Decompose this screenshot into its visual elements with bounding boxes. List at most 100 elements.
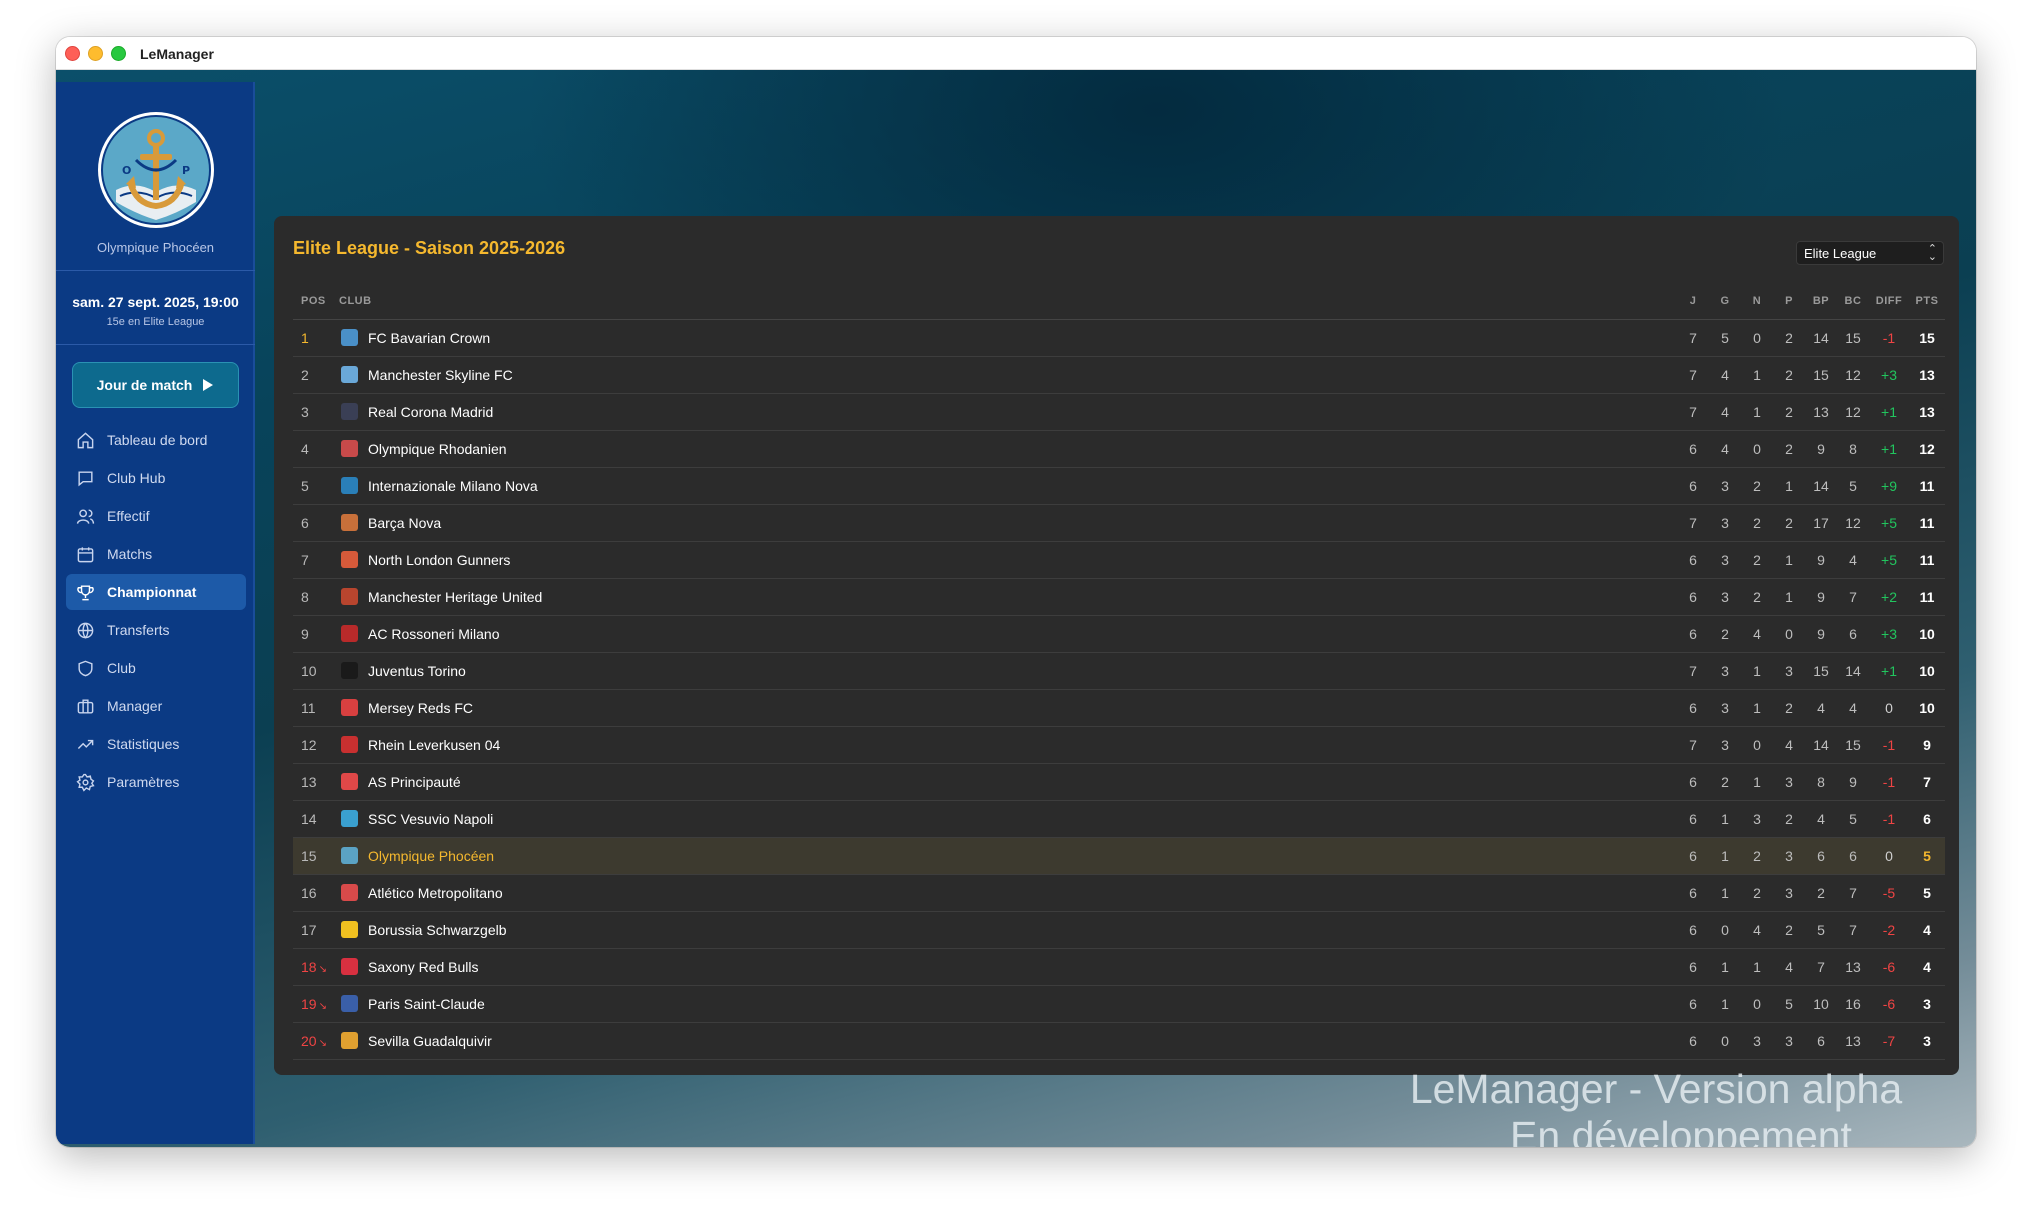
table-row[interactable]: 20 ↘ Sevilla Guadalquivir 6 0 3 3 6 13 -7 3 (293, 1022, 1945, 1060)
stat-pts: 13 (1909, 393, 1945, 431)
sidebar-item-effectif[interactable]: Effectif (66, 498, 246, 534)
club-cell[interactable]: Internazionale Milano Nova (337, 467, 1677, 505)
column-header-pts[interactable]: PTS (1909, 283, 1945, 320)
maximize-window-button[interactable] (111, 46, 126, 61)
table-row[interactable]: 5 Internazionale Milano Nova 6 3 2 1 14 5 +9 11 (293, 467, 1945, 505)
club-cell[interactable]: AC Rossoneri Milano (337, 615, 1677, 653)
column-header-pos[interactable]: POS (293, 283, 337, 320)
stat-pts: 10 (1909, 615, 1945, 653)
stat-n: 0 (1741, 319, 1773, 357)
stat-j: 6 (1677, 800, 1709, 838)
stat-bc: 4 (1837, 689, 1869, 727)
club-cell[interactable]: FC Bavarian Crown (337, 319, 1677, 357)
position-value: 15 (301, 847, 317, 864)
window-title: LeManager (140, 46, 214, 62)
table-row[interactable]: 6 Barça Nova 7 3 2 2 17 12 +5 11 (293, 504, 1945, 542)
stat-bc: 12 (1837, 356, 1869, 394)
club-cell[interactable]: Juventus Torino (337, 652, 1677, 690)
club-cell[interactable]: Atlético Metropolitano (337, 874, 1677, 912)
column-header-n[interactable]: N (1741, 283, 1773, 320)
club-cell[interactable]: Sevilla Guadalquivir (337, 1022, 1677, 1060)
sidebar-item-club-hub[interactable]: Club Hub (66, 460, 246, 496)
position-cell: 3 (293, 393, 337, 431)
club-cell[interactable]: Mersey Reds FC (337, 689, 1677, 727)
table-row[interactable]: 1 FC Bavarian Crown 7 5 0 2 14 15 -1 15 (293, 319, 1945, 357)
club-cell[interactable]: North London Gunners (337, 541, 1677, 579)
sidebar-item-statistiques[interactable]: Statistiques (66, 726, 246, 762)
table-row[interactable]: 14 SSC Vesuvio Napoli 6 1 3 2 4 5 -1 6 (293, 800, 1945, 838)
column-header-bp[interactable]: BP (1805, 283, 1837, 320)
table-row[interactable]: 16 Atlético Metropolitano 6 1 2 3 2 7 -5 5 (293, 874, 1945, 912)
table-row[interactable]: 15 Olympique Phocéen 6 1 2 3 6 6 0 5 (293, 837, 1945, 875)
watermark-line-2: En développement (1510, 1113, 1852, 1147)
table-row[interactable]: 11 Mersey Reds FC 6 3 1 2 4 4 0 10 (293, 689, 1945, 727)
stat-pts: 5 (1909, 837, 1945, 875)
club-cell[interactable]: Barça Nova (337, 504, 1677, 542)
club-crest-icon (341, 440, 358, 457)
club-cell[interactable]: Real Corona Madrid (337, 393, 1677, 431)
club-cell[interactable]: Olympique Rhodanien (337, 430, 1677, 468)
table-row[interactable]: 7 North London Gunners 6 3 2 1 9 4 +5 11 (293, 541, 1945, 579)
stat-bp: 9 (1805, 541, 1837, 579)
svg-text:P: P (182, 164, 190, 177)
sidebar-item-matchs[interactable]: Matchs (66, 536, 246, 572)
position-value: 18 (301, 958, 317, 975)
sidebar-item-label: Club Hub (107, 470, 166, 486)
column-header-g[interactable]: G (1709, 283, 1741, 320)
table-row[interactable]: 18 ↘ Saxony Red Bulls 6 1 1 4 7 13 -6 4 (293, 948, 1945, 986)
close-window-button[interactable] (65, 46, 80, 61)
table-row[interactable]: 12 Rhein Leverkusen 04 7 3 0 4 14 15 -1 9 (293, 726, 1945, 764)
club-crest-icon (341, 366, 358, 383)
sidebar-item-parametres[interactable]: Paramètres (66, 764, 246, 800)
table-row[interactable]: 8 Manchester Heritage United 6 3 2 1 9 7 +2 11 (293, 578, 1945, 616)
club-name-text: Barça Nova (368, 514, 442, 531)
column-header-club[interactable]: CLUB (337, 283, 1677, 320)
club-cell[interactable]: Manchester Skyline FC (337, 356, 1677, 394)
league-select[interactable]: Elite League ⌃ ⌄ (1796, 241, 1944, 265)
club-cell[interactable]: Borussia Schwarzgelb (337, 911, 1677, 949)
sidebar-item-label: Effectif (107, 508, 150, 524)
club-crest-icon (341, 736, 358, 753)
club-crest-icon (341, 921, 358, 938)
club-cell[interactable]: AS Principauté (337, 763, 1677, 801)
table-row[interactable]: 19 ↘ Paris Saint-Claude 6 1 0 5 10 16 -6 3 (293, 985, 1945, 1023)
club-cell[interactable]: Manchester Heritage United (337, 578, 1677, 616)
stat-g: 2 (1709, 763, 1741, 801)
stat-diff: 0 (1869, 689, 1909, 727)
minimize-window-button[interactable] (88, 46, 103, 61)
stat-n: 2 (1741, 467, 1773, 505)
sidebar-item-club[interactable]: Club (66, 650, 246, 686)
relegation-arrow-icon: ↘ (318, 963, 327, 975)
club-cell[interactable]: SSC Vesuvio Napoli (337, 800, 1677, 838)
column-header-j[interactable]: J (1677, 283, 1709, 320)
table-row[interactable]: 2 Manchester Skyline FC 7 4 1 2 15 12 +3 13 (293, 356, 1945, 394)
column-header-diff[interactable]: DIFF (1869, 283, 1909, 320)
sidebar-item-label: Manager (107, 698, 163, 714)
stat-bc: 16 (1837, 985, 1869, 1023)
club-cell[interactable]: Rhein Leverkusen 04 (337, 726, 1677, 764)
club-cell[interactable]: Paris Saint-Claude (337, 985, 1677, 1023)
column-header-p[interactable]: P (1773, 283, 1805, 320)
position-cell: 17 (293, 911, 337, 949)
table-row[interactable]: 3 Real Corona Madrid 7 4 1 2 13 12 +1 13 (293, 393, 1945, 431)
sidebar-item-manager[interactable]: Manager (66, 688, 246, 724)
stat-pts: 11 (1909, 504, 1945, 542)
stat-g: 1 (1709, 800, 1741, 838)
table-row[interactable]: 4 Olympique Rhodanien 6 4 0 2 9 8 +1 12 (293, 430, 1945, 468)
match-day-button[interactable]: Jour de match (72, 362, 239, 408)
sidebar-item-transferts[interactable]: Transferts (66, 612, 246, 648)
sidebar-item-tableau-de-bord[interactable]: Tableau de bord (66, 422, 246, 458)
club-crest-icon (341, 514, 358, 531)
sidebar-item-championnat[interactable]: Championnat (66, 574, 246, 610)
club-cell[interactable]: Saxony Red Bulls (337, 948, 1677, 986)
stat-bp: 4 (1805, 689, 1837, 727)
table-row[interactable]: 13 AS Principauté 6 2 1 3 8 9 -1 7 (293, 763, 1945, 801)
stat-g: 3 (1709, 504, 1741, 542)
column-header-bc[interactable]: BC (1837, 283, 1869, 320)
table-row[interactable]: 17 Borussia Schwarzgelb 6 0 4 2 5 7 -2 4 (293, 911, 1945, 949)
stat-j: 7 (1677, 393, 1709, 431)
stat-g: 1 (1709, 948, 1741, 986)
club-cell[interactable]: Olympique Phocéen (337, 837, 1677, 875)
table-row[interactable]: 9 AC Rossoneri Milano 6 2 4 0 9 6 +3 10 (293, 615, 1945, 653)
table-row[interactable]: 10 Juventus Torino 7 3 1 3 15 14 +1 10 (293, 652, 1945, 690)
